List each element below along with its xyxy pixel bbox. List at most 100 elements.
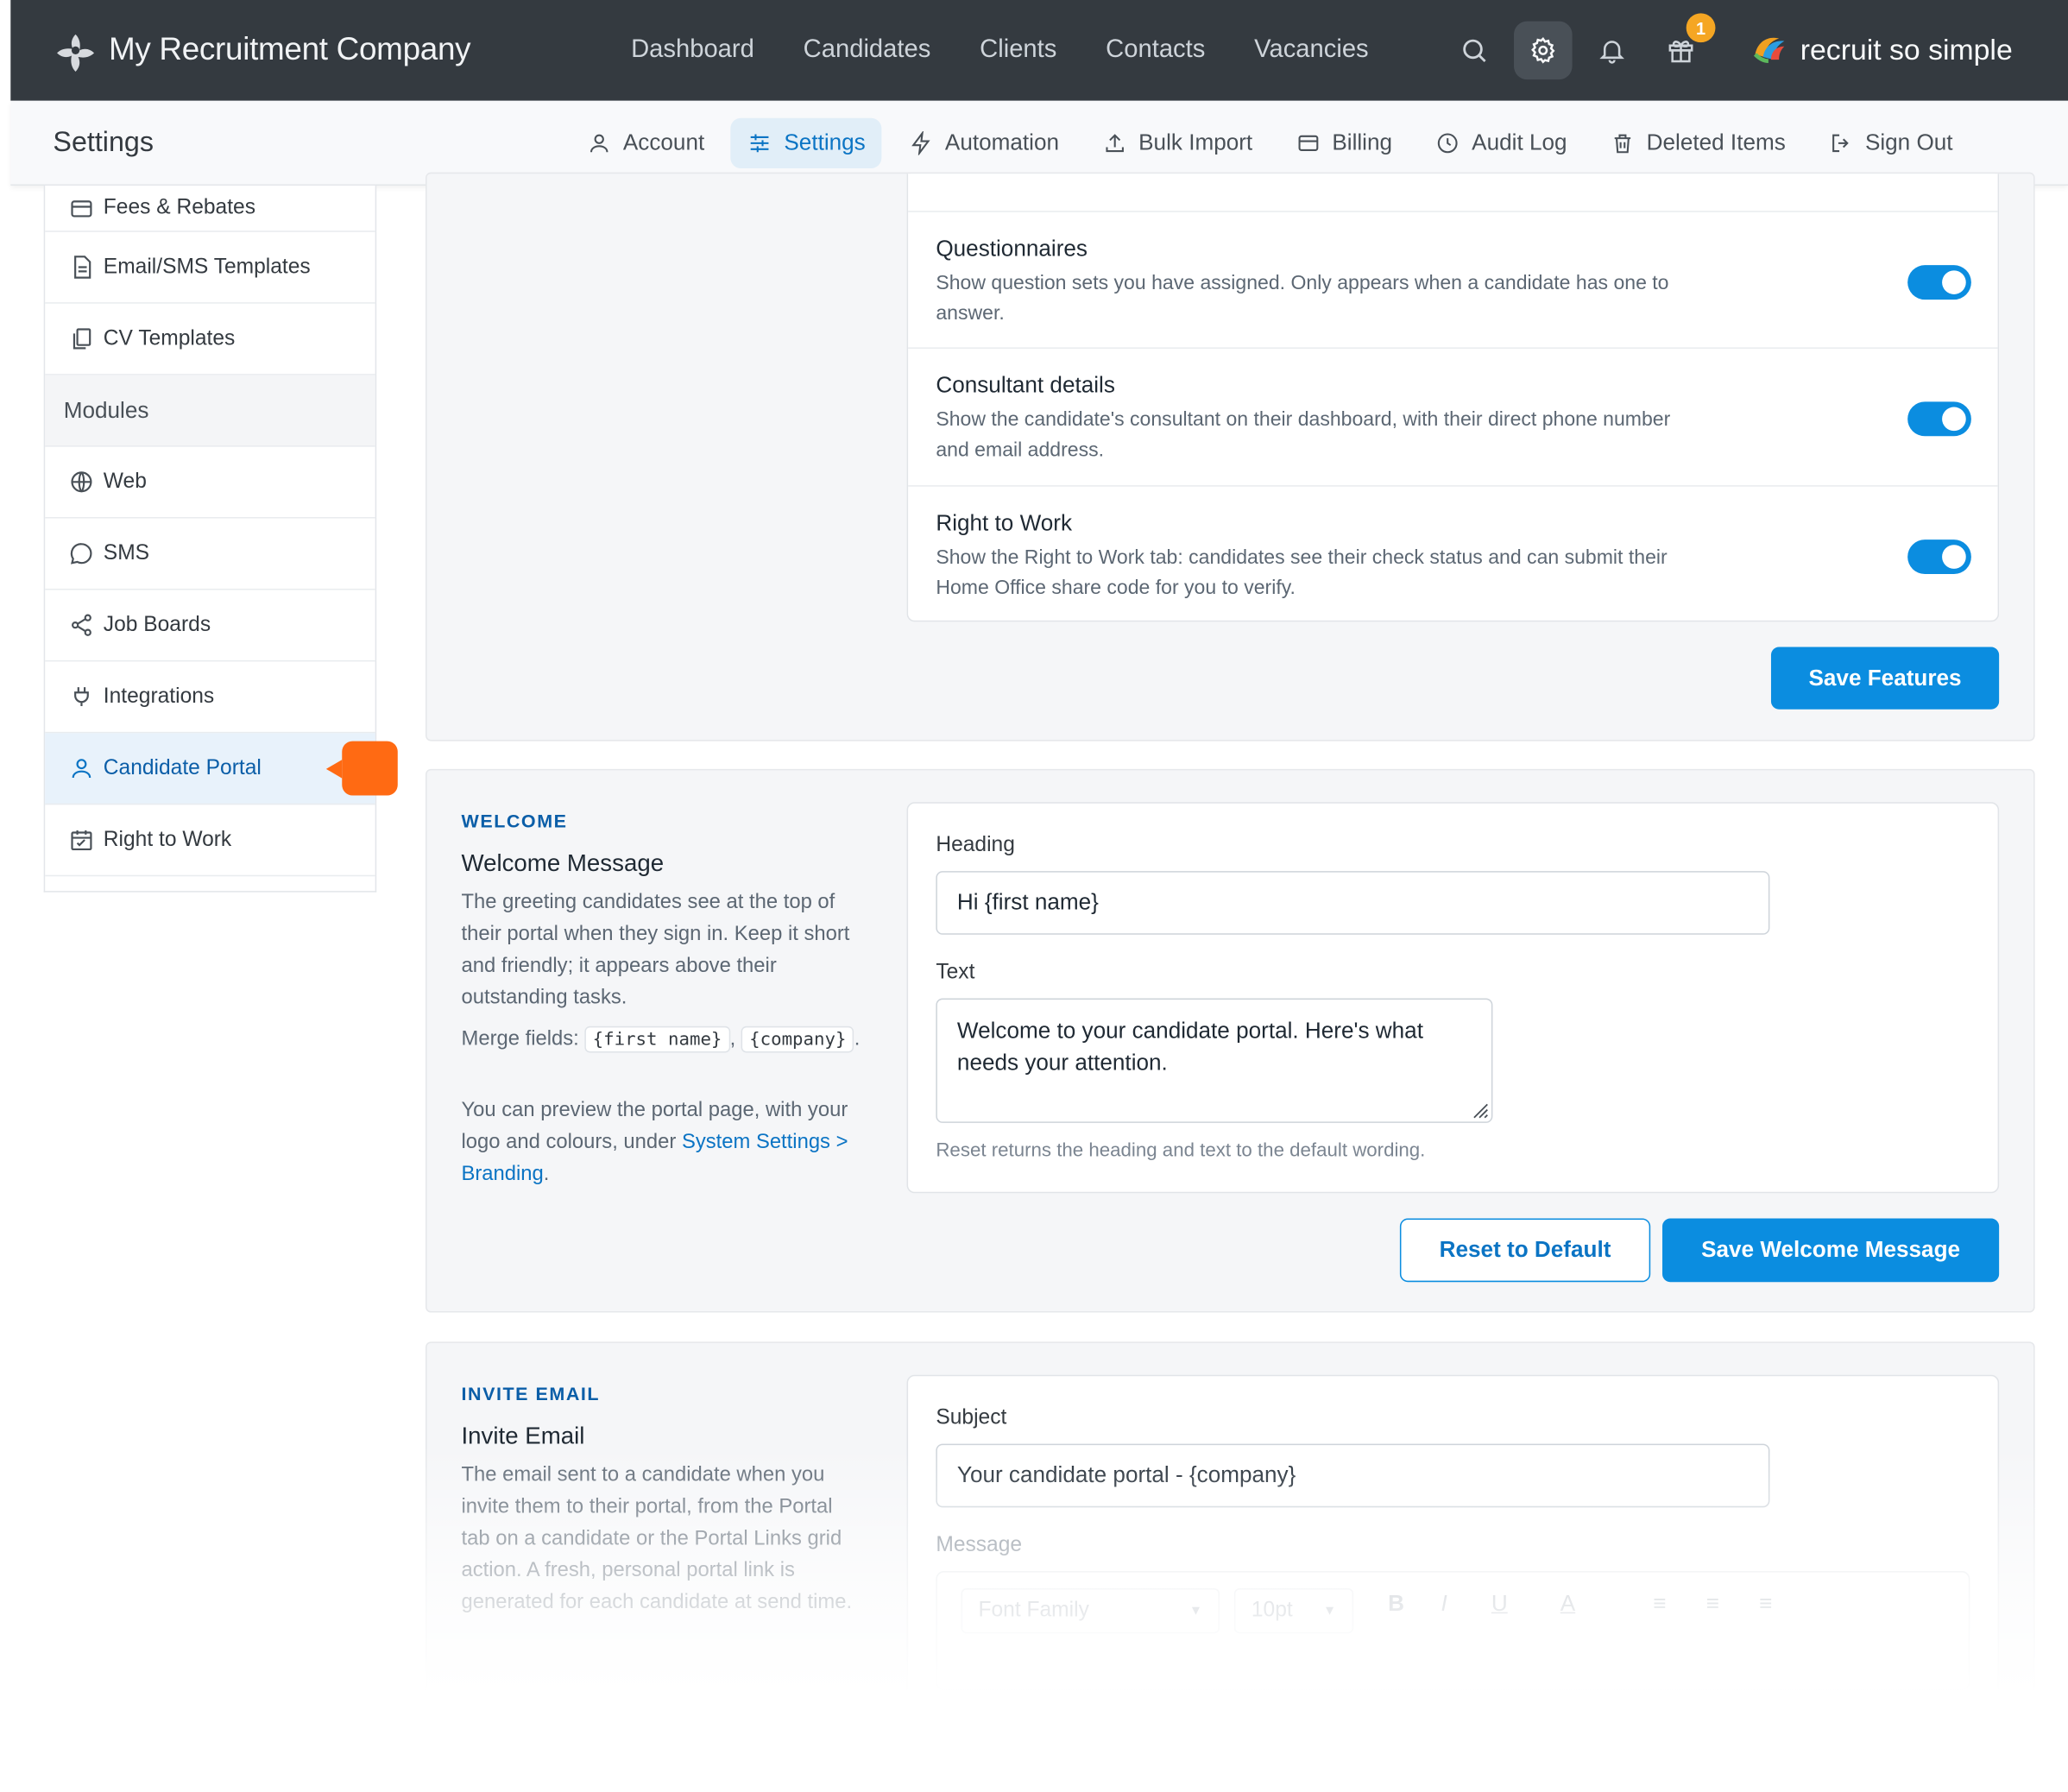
- search-icon[interactable]: [1445, 22, 1504, 80]
- sidebar-item-email-sms-templates[interactable]: Email/SMS Templates: [45, 232, 375, 304]
- tab-audit-log[interactable]: Audit Log: [1419, 118, 1583, 168]
- section-tag: INVITE EMAIL: [461, 1382, 601, 1404]
- bell-icon[interactable]: [1583, 22, 1642, 80]
- section-description: The greeting candidates see at the top o…: [461, 891, 850, 1009]
- product-name: recruit so simple: [1800, 33, 2013, 66]
- sign-out-icon: [1828, 130, 1855, 157]
- merge-field-first-name: {first name}: [584, 1025, 730, 1053]
- tab-bulk-import[interactable]: Bulk Import: [1086, 118, 1269, 168]
- feature-description: Show the candidate's consultant on their…: [936, 408, 1671, 462]
- nav-contacts[interactable]: Contacts: [1106, 35, 1205, 65]
- copy-icon: [66, 325, 96, 354]
- feature-toggle-right-to-work[interactable]: [1907, 539, 1971, 575]
- gear-icon[interactable]: [1513, 21, 1573, 80]
- user-icon: [66, 754, 96, 783]
- card-icon: [1295, 130, 1321, 157]
- italic-button[interactable]: I: [1441, 1591, 1447, 1618]
- settings-tabs: Account Settings Automation Bulk Import …: [570, 117, 1979, 169]
- feature-row-right-to-work: Right to Work Show the Right to Work tab…: [908, 485, 1998, 622]
- nav-candidates[interactable]: Candidates: [804, 35, 931, 65]
- plug-icon: [66, 682, 96, 711]
- bolt-icon: [908, 130, 935, 157]
- sidebar-item-integrations[interactable]: Integrations: [45, 661, 375, 734]
- sidebar-item-cv-templates[interactable]: CV Templates: [45, 304, 375, 375]
- nav-dashboard[interactable]: Dashboard: [631, 35, 754, 65]
- sidebar-item-label: Job Boards: [103, 613, 211, 636]
- nav-vacancies[interactable]: Vacancies: [1254, 35, 1368, 65]
- tab-sign-out[interactable]: Sign Out: [1813, 118, 1969, 168]
- preview-note: You can preview the portal page, with yo…: [461, 1099, 848, 1186]
- tab-label: Audit Log: [1472, 129, 1567, 155]
- align-center-icon[interactable]: ≡: [1706, 1591, 1719, 1618]
- sidebar-item-right-to-work[interactable]: Right to Work: [45, 805, 375, 877]
- feature-toggle-consultant-details[interactable]: [1907, 401, 1971, 437]
- heading-input[interactable]: Hi {first name}: [936, 871, 1770, 935]
- feature-description: Show the Right to Work tab: candidates s…: [936, 546, 1668, 600]
- feature-toggle-questionnaires[interactable]: [1907, 265, 1971, 300]
- subject-label: Subject: [936, 1406, 1007, 1429]
- merge-fields-label: Merge fields:: [461, 1027, 579, 1051]
- align-left-icon[interactable]: ≡: [1653, 1591, 1666, 1618]
- subject-input[interactable]: Your candidate portal - {company}: [936, 1443, 1770, 1508]
- welcome-text-value: Welcome to your candidate portal. Here's…: [956, 1018, 1423, 1076]
- brand[interactable]: My Recruitment Company: [53, 28, 471, 73]
- tab-settings[interactable]: Settings: [730, 117, 882, 169]
- brand-logo-icon: [53, 28, 98, 73]
- sidebar-item-label: SMS: [103, 541, 150, 565]
- features-panel: Questionnaires Show question sets you ha…: [426, 172, 2035, 741]
- feature-description: Show question sets you have assigned. On…: [936, 271, 1669, 325]
- page-title: Settings: [53, 126, 154, 158]
- sidebar-item-job-boards[interactable]: Job Boards: [45, 590, 375, 662]
- welcome-text-area[interactable]: Welcome to your candidate portal. Here's…: [936, 998, 1493, 1123]
- document-icon: [66, 253, 96, 282]
- tab-account[interactable]: Account: [570, 118, 720, 168]
- save-welcome-message-button[interactable]: Save Welcome Message: [1662, 1218, 2000, 1283]
- tab-deleted-items[interactable]: Deleted Items: [1593, 118, 1801, 168]
- tab-label: Settings: [784, 129, 866, 155]
- invite-email-panel: INVITE EMAIL Invite Email The email sent…: [426, 1341, 2035, 1792]
- sliders-icon: [747, 130, 773, 157]
- resize-grip-icon[interactable]: [1470, 1101, 1489, 1120]
- nav-clients[interactable]: Clients: [980, 35, 1056, 65]
- font-size-select[interactable]: 10pt ▼: [1233, 1588, 1354, 1634]
- save-features-button[interactable]: Save Features: [1770, 647, 2000, 710]
- feature-row-questionnaires: Questionnaires Show question sets you ha…: [908, 211, 1998, 347]
- tab-label: Automation: [944, 129, 1059, 155]
- sidebar-item-web[interactable]: Web: [45, 447, 375, 519]
- invite-form-card: Subject Your candidate portal - {company…: [906, 1374, 2000, 1792]
- features-card: Questionnaires Show question sets you ha…: [906, 174, 2000, 622]
- font-family-select[interactable]: Font Family ▼: [961, 1588, 1220, 1634]
- text-color-button[interactable]: A: [1560, 1591, 1575, 1618]
- welcome-panel: WELCOME Welcome Message The greeting can…: [426, 768, 2035, 1313]
- reset-to-default-button[interactable]: Reset to Default: [1399, 1218, 1651, 1283]
- bold-button[interactable]: B: [1388, 1591, 1404, 1618]
- sidebar-section-modules: Modules: [45, 375, 375, 447]
- section-description: The email sent to a candidate when you i…: [461, 1463, 853, 1614]
- feature-title: Right to Work: [936, 510, 1073, 536]
- chevron-down-icon: ▼: [1188, 1603, 1203, 1618]
- sidebar-item-label: Email/SMS Templates: [103, 255, 311, 278]
- align-right-icon[interactable]: ≡: [1759, 1591, 1772, 1618]
- main-nav: Dashboard Candidates Clients Contacts Va…: [631, 0, 1417, 101]
- top-navbar: My Recruitment Company Dashboard Candida…: [10, 0, 2068, 101]
- feature-title: Consultant details: [936, 372, 1115, 398]
- font-family-value: Font Family: [978, 1599, 1089, 1622]
- chevron-down-icon: ▼: [1322, 1603, 1337, 1618]
- product-logo: recruit so simple: [1750, 0, 2013, 101]
- sidebar-item-sms[interactable]: SMS: [45, 519, 375, 590]
- tab-billing[interactable]: Billing: [1279, 118, 1409, 168]
- card-icon: [66, 193, 96, 223]
- tab-automation[interactable]: Automation: [892, 118, 1075, 168]
- tab-label: Deleted Items: [1646, 129, 1786, 155]
- nav-icons: 1: [1445, 13, 1720, 80]
- welcome-form-card: Heading Hi {first name} Text Welcome to …: [906, 802, 2000, 1194]
- globe-icon: [66, 467, 96, 496]
- tab-label: Account: [622, 129, 705, 155]
- sidebar-item-fees-rebates[interactable]: Fees & Rebates: [45, 186, 375, 232]
- underline-button[interactable]: U: [1491, 1591, 1508, 1618]
- section-tag: WELCOME: [461, 810, 568, 832]
- gift-icon[interactable]: 1: [1652, 13, 1716, 80]
- merge-field-company: {company}: [741, 1025, 854, 1053]
- feature-title: Questionnaires: [936, 236, 1088, 262]
- message-label: Message: [936, 1534, 1023, 1557]
